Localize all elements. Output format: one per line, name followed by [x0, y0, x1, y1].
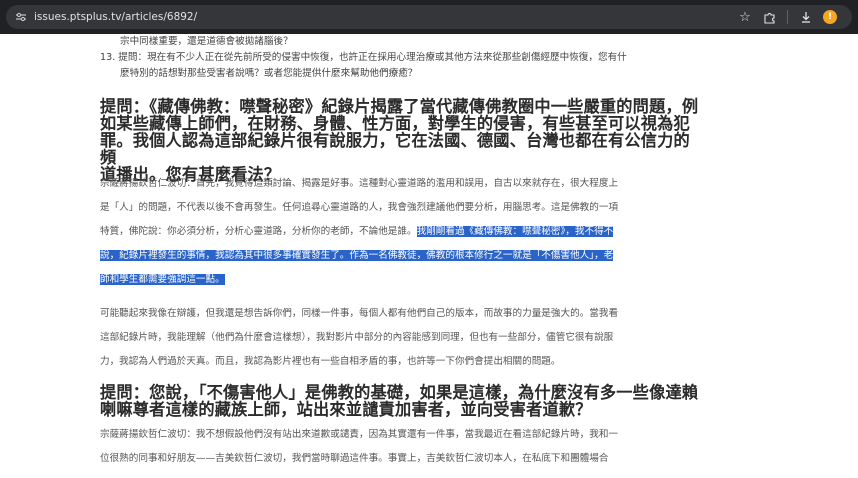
question-list: 宗中同樣重要，還是道德會被拋諸腦後？ 13. 提問：現在有不少人正在從先前所受的… [100, 34, 702, 82]
paragraph-line: 位很熟的同事和好朋友——吉美欽哲仁波切，我們當時聊過這件事。事實上，吉美欽哲仁波… [100, 453, 609, 464]
url-text[interactable]: issues.ptsplus.tv/articles/6892/ [34, 11, 197, 23]
question-list-line: 宗中同樣重要，還是道德會被拋諸腦後？ [120, 36, 293, 47]
bookmark-star-icon[interactable]: ☆ [735, 7, 755, 27]
site-info-icon[interactable] [12, 8, 30, 26]
paragraph-line: 說，紀錄片裡發生的事情，我認為其中很多事確實發生了。作為一名佛教徒，佛教的根本修… [100, 244, 702, 268]
question-list-line: 麼特別的話想對那些受害者說嗎？或者您能提供什麼來幫助他們療癒？ [120, 68, 418, 79]
paragraph-line: 特質，佛陀說：你必須分析，分析心靈道路，分析你的老師，不論他是誰。我剛剛看過《藏… [100, 220, 702, 244]
paragraph-line: 是「人」的問題，不代表以後不會再發生。任何追尋心靈道路的人，我會強烈建議他們要分… [100, 202, 619, 213]
paragraph-line: 師和學生都需要強調這一點。 [100, 268, 702, 292]
download-icon-svg [802, 12, 810, 23]
download-icon[interactable] [796, 7, 816, 27]
paragraph-line: 力，我認為人們過於天真。而且，我認為影片裡也有一些自相矛盾的事，也許等一下你們會… [100, 356, 561, 367]
article-page: 宗中同樣重要，還是道德會被拋諸腦後？ 13. 提問：現在有不少人正在從先前所受的… [0, 34, 858, 478]
paragraph-line: 宗薩蔣揚欽哲仁波切：首先，我覺得這類討論、揭露是好事。這種對心靈道路的濫用和誤用… [100, 178, 619, 189]
browser-toolbar: issues.ptsplus.tv/articles/6892/ ☆ ! [0, 0, 858, 34]
heading-line: 如某些藏傳上師們，在財務、身體、性方面，對學生的侵害，有些甚至可以視為犯 [100, 114, 690, 133]
selected-text[interactable]: 我剛剛看過《藏傳佛教：噤聲秘密》，我不得不 [416, 226, 614, 237]
extensions-icon[interactable] [759, 7, 779, 27]
paragraph-line: 宗薩蔣揚欽哲仁波切：我不想假設他們沒有站出來道歉或譴責，因為其實還有一件事，當我… [100, 429, 619, 440]
puzzle-icon-svg [763, 12, 775, 24]
paragraph-line: 可能聽起來我像在辯護，但我還是想告訴你們，同樣一件事，每個人都有他們自己的版本，… [100, 308, 619, 319]
toolbar-divider [787, 10, 788, 24]
paragraph-text: 特質，佛陀說：你必須分析，分析心靈道路，分析你的老師，不論他是誰。 [100, 226, 417, 237]
profile-extension-icon[interactable]: ! [820, 7, 840, 27]
toolbar-actions: ☆ ! [735, 5, 840, 29]
paragraph-line: 這部紀錄片時，我能理解（他們為什麼會這樣想），我對影片中部分的內容能感到同理，但… [100, 332, 614, 343]
heading-line: 提問：《藏傳佛教：噤聲秘密》紀錄片揭露了當代藏傳佛教圈中一些嚴重的問題，例 [100, 97, 699, 116]
extension-badge: ! [823, 10, 837, 24]
selected-text[interactable]: 說，紀錄片裡發生的事情，我認為其中很多事確實發生了。作為一名佛教徒，佛教的根本修… [100, 250, 614, 261]
question-heading-2: 提問：您說，「不傷害他人」是佛教的基礎，如果是這樣，為什麼沒有多一些像達賴 喇嘛… [100, 384, 706, 418]
tune-icon-svg [16, 12, 26, 22]
question-list-line: 13. 提問：現在有不少人正在從先前所受的侵害中恢復，也許正在採用心理治療或其他… [100, 52, 627, 63]
answer-paragraph-2: 可能聽起來我像在辯護，但我還是想告訴你們，同樣一件事，每個人都有他們自己的版本，… [100, 302, 702, 374]
selected-text[interactable]: 師和學生都需要強調這一點。 [100, 274, 225, 285]
heading-line: 罪。我個人認為這部紀錄片很有說服力，它在法國、德國、台灣也都在有公信力的頻 [100, 131, 690, 167]
heading-line: 喇嘛尊者這樣的藏族上師，站出來並譴責加害者，並向受害者道歉？ [100, 400, 592, 419]
address-bar[interactable]: issues.ptsplus.tv/articles/6892/ ☆ ! [6, 5, 852, 29]
question-heading-1: 提問：《藏傳佛教：噤聲秘密》紀錄片揭露了當代藏傳佛教圈中一些嚴重的問題，例 如某… [100, 98, 706, 183]
answer-paragraph-3: 宗薩蔣揚欽哲仁波切：我不想假設他們沒有站出來道歉或譴責，因為其實還有一件事，當我… [100, 423, 702, 471]
answer-paragraph-1: 宗薩蔣揚欽哲仁波切：首先，我覺得這類討論、揭露是好事。這種對心靈道路的濫用和誤用… [100, 172, 702, 292]
heading-line: 提問：您說，「不傷害他人」是佛教的基礎，如果是這樣，為什麼沒有多一些像達賴 [100, 383, 699, 402]
